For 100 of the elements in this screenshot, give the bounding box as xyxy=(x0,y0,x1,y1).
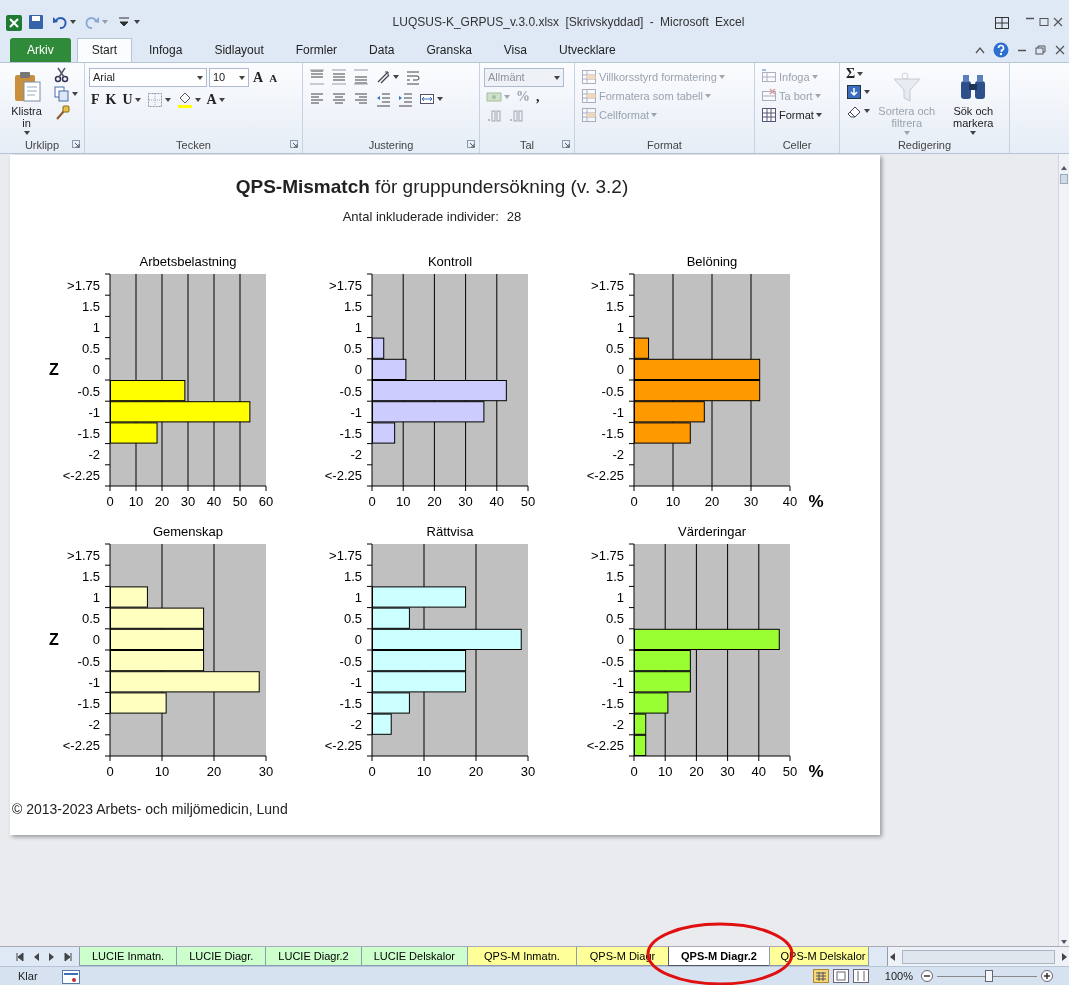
slider-thumb[interactable] xyxy=(985,970,993,982)
ribbon-tab[interactable]: Infoga xyxy=(134,38,198,62)
group-label: Tal xyxy=(519,138,535,153)
axis-label: 40 xyxy=(782,494,798,509)
ribbon-tab[interactable]: Data xyxy=(354,38,410,62)
ribbon-tab[interactable]: Granska xyxy=(411,38,487,62)
axis-label: 60 xyxy=(258,494,274,509)
ribbon-tab[interactable]: Sidlayout xyxy=(199,38,279,62)
ribbon-button[interactable]: K xyxy=(103,92,119,108)
file-menu-tab[interactable]: Arkiv xyxy=(10,38,71,62)
axis-label: 50 xyxy=(782,764,798,779)
align-bottom-icon xyxy=(353,69,369,85)
grid-icon xyxy=(581,88,597,104)
axis-label: 1 xyxy=(616,320,624,335)
ribbon-tab[interactable]: Formler xyxy=(280,38,353,62)
ribbon-button[interactable]: A xyxy=(267,69,280,86)
axis-label: 10 xyxy=(416,764,432,779)
wrap-text-icon xyxy=(405,69,421,85)
axis-label: -1 xyxy=(350,674,362,690)
scroll-thumb[interactable] xyxy=(1060,174,1068,184)
axis-label: 0.5 xyxy=(605,341,624,357)
axis-label: <-2.25 xyxy=(62,738,100,754)
page-layout-icon xyxy=(832,969,849,983)
axis-label: -0.5 xyxy=(339,383,362,399)
zoom-in-icon xyxy=(1041,970,1053,982)
horizontal-scrollbar[interactable] xyxy=(887,947,1069,966)
axis-label: -0.5 xyxy=(601,653,624,669)
first-sheet-icon xyxy=(16,952,24,961)
vertical-scrollbar[interactable] xyxy=(1058,154,1069,946)
scroll-thumb[interactable] xyxy=(902,949,1055,964)
axis-label: >1.75 xyxy=(591,277,624,293)
ribbon-button[interactable]: A xyxy=(204,92,227,108)
chart-title: Belöning xyxy=(686,254,738,269)
ribbon-tab[interactable]: Utvecklare xyxy=(543,38,631,62)
sheet-tab[interactable]: LUCIE Delskalor xyxy=(360,947,468,966)
ribbon-button[interactable]: Σ xyxy=(844,66,872,82)
dropdown-field[interactable]: Arial xyxy=(89,68,207,87)
ribbon-tab[interactable]: Visa xyxy=(488,38,542,62)
axis-label: -1.5 xyxy=(601,696,624,711)
axis-label: 30 xyxy=(258,764,274,779)
sheet-tab[interactable]: LUCIE Diagr. xyxy=(176,947,267,966)
ribbon-button[interactable]: , xyxy=(534,89,542,105)
ribbon-button[interactable]: A xyxy=(251,69,266,86)
status-text: Klar xyxy=(18,968,38,984)
axis-label: 0 xyxy=(368,764,376,779)
ribbon-button[interactable]: Sök och markera xyxy=(941,70,1005,136)
app-icon xyxy=(6,14,22,31)
caret-icon xyxy=(134,98,141,102)
chart-title: Värderingar xyxy=(678,524,746,539)
sheet-tab[interactable]: LUCIE Diagr.2 xyxy=(265,947,362,966)
axis-label: 1.5 xyxy=(605,568,624,584)
axis-label: -1.5 xyxy=(77,426,100,441)
help-icon xyxy=(993,42,1009,58)
scroll-left-icon xyxy=(888,951,898,962)
axis-label: <-2.25 xyxy=(324,738,362,754)
axis-label: 0 xyxy=(92,362,100,378)
restore-icon xyxy=(1035,45,1047,55)
ribbon-tab[interactable]: Start xyxy=(76,38,132,62)
axis-label: -0.5 xyxy=(601,383,624,399)
chart-title: Rättvisa xyxy=(426,524,474,539)
caret-icon xyxy=(437,97,443,101)
sheet-tab[interactable]: QPS-M Diagr.2 xyxy=(667,947,770,966)
undo-icon xyxy=(52,14,68,30)
axis-label: 1.5 xyxy=(81,568,100,584)
caret-icon xyxy=(197,75,203,80)
axis-label: 0 xyxy=(106,764,114,779)
group-label: Redigering xyxy=(897,138,952,153)
axis-label: -1 xyxy=(88,674,100,690)
caret-icon xyxy=(393,75,399,79)
caret-icon xyxy=(70,20,76,24)
caret-icon xyxy=(102,20,108,24)
caret-icon xyxy=(815,113,822,117)
scroll-right-icon xyxy=(1059,951,1069,962)
axis-label: 50 xyxy=(232,494,248,509)
group-label: Urklipp xyxy=(24,138,60,153)
normal-view-icon xyxy=(812,969,829,983)
dropdown-field[interactable]: 10 xyxy=(209,68,249,87)
report-title: QPS-Mismatch för gruppundersökning (v. 3.2) xyxy=(234,175,630,199)
axis-label: 10 xyxy=(657,764,673,779)
sheet-tab[interactable]: QPS-M Inmatn. xyxy=(466,947,577,966)
ribbon-button[interactable]: Klistra in xyxy=(4,70,49,136)
chart-title: Kontroll xyxy=(427,254,473,269)
ribbon-button[interactable]: F xyxy=(89,92,102,108)
caption: Antal inkluderade individer: xyxy=(342,209,499,225)
axis-label: <-2.25 xyxy=(324,468,362,484)
border-icon xyxy=(146,92,163,108)
axis-label: 10 xyxy=(395,494,411,509)
ribbon-button[interactable] xyxy=(844,83,872,101)
decimal-icon xyxy=(508,108,524,124)
fill-down-icon xyxy=(846,84,862,100)
axis-label: -2 xyxy=(88,447,100,463)
axis-label: 20 xyxy=(689,764,704,779)
page-break-icon xyxy=(852,969,869,983)
ribbon-button[interactable]: Format xyxy=(759,106,824,124)
axis-label: 10 xyxy=(154,764,170,779)
axis-label: 0.5 xyxy=(343,341,362,357)
axis-label: >1.75 xyxy=(67,547,100,563)
toolbar-button[interactable] xyxy=(26,13,46,31)
sheet-tab[interactable]: LUCIE Inmatn. xyxy=(79,947,178,966)
ribbon-button[interactable]: U xyxy=(120,92,143,108)
